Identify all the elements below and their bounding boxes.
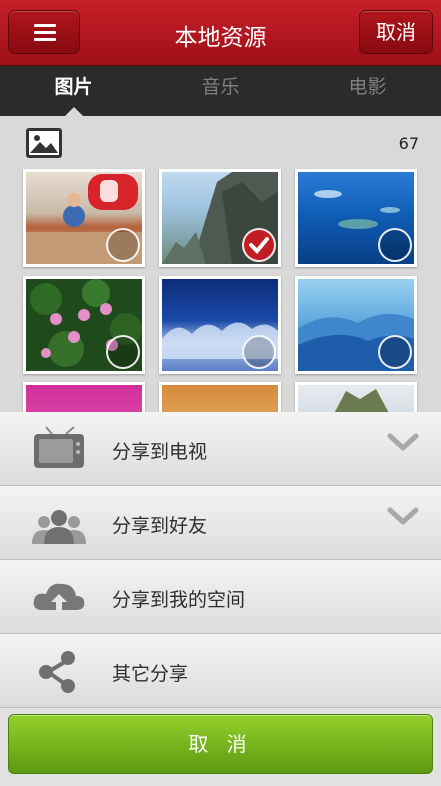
tv-icon — [34, 426, 84, 468]
cancel-button-top[interactable]: 取消 — [359, 10, 433, 54]
share-to-my-space-label: 分享到我的空间 — [112, 589, 246, 611]
image-gallery: 67 — [0, 116, 441, 412]
share-menu: 分享到电视 分享到好友 分享到我的空间 其它分享 — [0, 412, 441, 708]
gallery-thumb[interactable] — [159, 382, 281, 412]
share-to-my-space-item[interactable]: 分享到我的空间 — [0, 560, 441, 634]
chevron-down-icon[interactable] — [387, 506, 419, 528]
select-checkbox[interactable] — [106, 228, 140, 262]
select-checkbox[interactable] — [378, 228, 412, 262]
select-checkbox[interactable] — [242, 335, 276, 369]
gallery-thumb[interactable] — [23, 169, 145, 267]
select-checkbox[interactable] — [378, 335, 412, 369]
rock-landscape-photo — [334, 389, 389, 412]
image-count: 67 — [398, 134, 419, 153]
select-checkbox[interactable] — [106, 335, 140, 369]
gallery-thumb[interactable] — [295, 382, 417, 412]
gallery-thumb[interactable] — [159, 276, 281, 374]
tab-bar: 图片 音乐 电影 — [0, 66, 441, 116]
chevron-down-icon[interactable] — [387, 432, 419, 454]
cancel-button-bottom[interactable]: 取 消 — [8, 714, 433, 774]
gallery-thumb[interactable] — [23, 276, 145, 374]
checkmark-icon — [249, 237, 269, 254]
tab-music[interactable]: 音乐 — [147, 66, 294, 116]
share-icon — [39, 651, 75, 693]
gallery-thumb[interactable] — [295, 169, 417, 267]
share-to-friends-item[interactable]: 分享到好友 — [0, 486, 441, 560]
gallery-thumb[interactable] — [295, 276, 417, 374]
other-share-label: 其它分享 — [112, 663, 189, 685]
cloud-upload-icon — [33, 583, 85, 612]
tab-movies[interactable]: 电影 — [294, 66, 441, 116]
friends-icon — [32, 510, 86, 544]
gallery-thumb[interactable] — [23, 382, 145, 412]
title-bar: 本地资源 取消 — [0, 0, 441, 66]
bottom-bar: 取 消 — [0, 708, 441, 786]
tab-pictures[interactable]: 图片 — [0, 66, 147, 116]
share-to-friends-label: 分享到好友 — [112, 515, 208, 537]
share-to-tv-item[interactable]: 分享到电视 — [0, 412, 441, 486]
other-share-item[interactable]: 其它分享 — [0, 634, 441, 708]
share-to-tv-label: 分享到电视 — [112, 441, 208, 463]
select-checkbox-checked[interactable] — [242, 228, 276, 262]
gallery-thumb[interactable] — [159, 169, 281, 267]
image-icon — [26, 128, 62, 158]
